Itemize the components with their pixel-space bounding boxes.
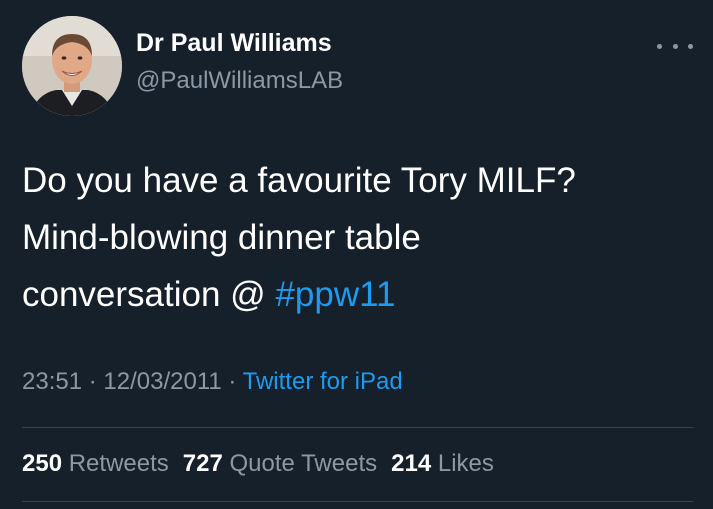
author-handle[interactable]: @PaulWilliamsLAB xyxy=(136,67,343,95)
divider xyxy=(22,427,693,428)
meta-separator: · xyxy=(221,368,243,395)
likes-stat[interactable]: 214 Likes xyxy=(391,450,494,477)
dot xyxy=(657,43,662,49)
tweet-date[interactable]: 12/03/2011 xyxy=(103,368,221,395)
author-display-name[interactable]: Dr Paul Williams xyxy=(136,29,332,58)
more-options-icon[interactable] xyxy=(657,36,693,56)
avatar-photo xyxy=(22,16,122,116)
dot xyxy=(688,43,693,49)
quote-tweets-stat[interactable]: 727 Quote Tweets xyxy=(183,450,377,477)
tweet-text: Do you have a favourite Tory MILF? Mind-… xyxy=(22,152,692,323)
tweet-stats: 250 Retweets 727 Quote Tweets 214 Likes xyxy=(22,450,494,478)
tweet-meta: 23:51 · 12/03/2011 · Twitter for iPad xyxy=(22,368,403,396)
dot xyxy=(672,43,678,49)
likes-count: 214 xyxy=(391,450,432,477)
tweet-text-line: Do you have a favourite Tory MILF? xyxy=(22,161,576,200)
tweet-source-link[interactable]: Twitter for iPad xyxy=(243,368,403,395)
meta-separator: · xyxy=(82,368,104,395)
hashtag-link[interactable]: #ppw11 xyxy=(275,275,395,314)
tweet-text-line: Mind-blowing dinner table xyxy=(22,218,421,257)
tweet-text-line: conversation @ #ppw11 xyxy=(22,266,692,323)
retweets-label: Retweets xyxy=(68,450,169,477)
tweet-text-fragment: conversation @ xyxy=(22,275,276,314)
tweet-card: Dr Paul Williams @PaulWilliamsLAB Do you… xyxy=(0,0,713,509)
tweet-time[interactable]: 23:51 xyxy=(22,368,82,395)
divider xyxy=(22,501,693,502)
retweets-stat[interactable]: 250 Retweets xyxy=(22,450,169,477)
likes-label: Likes xyxy=(437,450,494,477)
quote-tweets-label: Quote Tweets xyxy=(229,450,378,477)
quote-tweets-count: 727 xyxy=(182,450,223,477)
retweets-count: 250 xyxy=(22,450,63,477)
avatar[interactable] xyxy=(22,16,122,116)
